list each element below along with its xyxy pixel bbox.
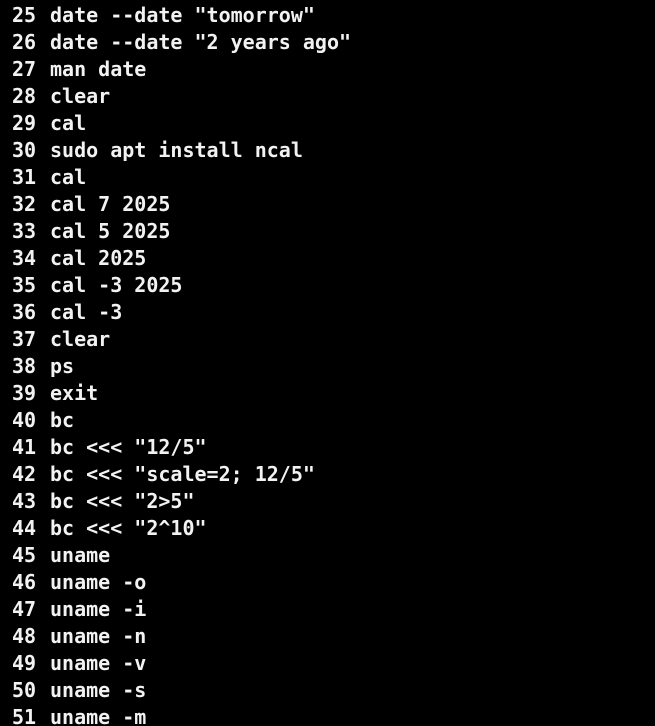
history-line-command: date --date "tomorrow" bbox=[50, 3, 315, 27]
history-line-number: 33 bbox=[12, 219, 37, 243]
history-line: 34 cal 2025 bbox=[12, 245, 351, 272]
history-line: 38 ps bbox=[12, 353, 351, 380]
history-line-number: 44 bbox=[12, 516, 37, 540]
history-line-number: 50 bbox=[12, 678, 37, 702]
history-line-command: man date bbox=[50, 57, 147, 81]
history-line-command: exit bbox=[50, 381, 99, 405]
history-line-number: 36 bbox=[12, 300, 37, 324]
history-line-command: uname -s bbox=[50, 678, 147, 702]
history-line: 42 bc <<< "scale=2; 12/5" bbox=[12, 461, 351, 488]
history-line-number: 34 bbox=[12, 246, 37, 270]
history-line-number: 38 bbox=[12, 354, 37, 378]
history-line-command: uname bbox=[50, 543, 111, 567]
history-line-command: ps bbox=[50, 354, 75, 378]
history-line-number: 31 bbox=[12, 165, 37, 189]
history-line-command: uname -i bbox=[50, 597, 147, 621]
history-line-number: 43 bbox=[12, 489, 37, 513]
history-line-command: clear bbox=[50, 327, 111, 351]
history-line: 41 bc <<< "12/5" bbox=[12, 434, 351, 461]
history-line-number: 39 bbox=[12, 381, 37, 405]
history-line-number: 45 bbox=[12, 543, 37, 567]
history-line-command: bc bbox=[50, 408, 75, 432]
history-line-command: uname -n bbox=[50, 624, 147, 648]
history-line: 26 date --date "2 years ago" bbox=[12, 29, 351, 56]
history-line-command: bc <<< "12/5" bbox=[50, 435, 207, 459]
history-line-command: cal 7 2025 bbox=[50, 192, 171, 216]
history-line-number: 32 bbox=[12, 192, 37, 216]
history-line-number: 49 bbox=[12, 651, 37, 675]
history-line: 36 cal -3 bbox=[12, 299, 351, 326]
history-line: 45 uname bbox=[12, 542, 351, 569]
history-line-number: 35 bbox=[12, 273, 37, 297]
history-line-command: bc <<< "scale=2; 12/5" bbox=[50, 462, 315, 486]
history-line: 27 man date bbox=[12, 56, 351, 83]
history-line-number: 30 bbox=[12, 138, 37, 162]
history-line: 49 uname -v bbox=[12, 650, 351, 677]
history-line-number: 37 bbox=[12, 327, 37, 351]
history-line: 30 sudo apt install ncal bbox=[12, 137, 351, 164]
history-line: 32 cal 7 2025 bbox=[12, 191, 351, 218]
history-line-command: cal -3 bbox=[50, 300, 123, 324]
history-line: 44 bc <<< "2^10" bbox=[12, 515, 351, 542]
history-line-number: 42 bbox=[12, 462, 37, 486]
terminal-window[interactable]: 25 date --date "tomorrow" 26 date --date "2… bbox=[0, 0, 655, 726]
history-line-number: 41 bbox=[12, 435, 37, 459]
history-line-number: 29 bbox=[12, 111, 37, 135]
history-line-command: uname -m bbox=[50, 705, 147, 726]
history-line: 40 bc bbox=[12, 407, 351, 434]
history-line-number: 28 bbox=[12, 84, 37, 108]
history-line: 48 uname -n bbox=[12, 623, 351, 650]
history-line-number: 25 bbox=[12, 3, 37, 27]
history-line-command: cal bbox=[50, 165, 87, 189]
history-line: 46 uname -o bbox=[12, 569, 351, 596]
history-line-number: 40 bbox=[12, 408, 37, 432]
history-line-command: date --date "2 years ago" bbox=[50, 30, 352, 54]
history-line: 37 clear bbox=[12, 326, 351, 353]
history-line: 51 uname -m bbox=[12, 704, 351, 726]
history-line-command: uname -v bbox=[50, 651, 147, 675]
history-line-command: clear bbox=[50, 84, 111, 108]
history-line-number: 48 bbox=[12, 624, 37, 648]
history-line-command: cal bbox=[50, 111, 87, 135]
history-line-number: 26 bbox=[12, 30, 37, 54]
history-line-command: bc <<< "2>5" bbox=[50, 489, 195, 513]
history-line-command: cal 5 2025 bbox=[50, 219, 171, 243]
history-line: 50 uname -s bbox=[12, 677, 351, 704]
history-line-command: cal -3 2025 bbox=[50, 273, 183, 297]
history-line-command: cal 2025 bbox=[50, 246, 147, 270]
history-line-number: 51 bbox=[12, 705, 37, 726]
history-line: 31 cal bbox=[12, 164, 351, 191]
history-line-command: bc <<< "2^10" bbox=[50, 516, 207, 540]
history-line: 47 uname -i bbox=[12, 596, 351, 623]
history-line: 39 exit bbox=[12, 380, 351, 407]
history-line: 33 cal 5 2025 bbox=[12, 218, 351, 245]
history-line: 43 bc <<< "2>5" bbox=[12, 488, 351, 515]
history-line-command: sudo apt install ncal bbox=[50, 138, 303, 162]
history-line-number: 47 bbox=[12, 597, 37, 621]
history-line: 35 cal -3 2025 bbox=[12, 272, 351, 299]
history-line-command: uname -o bbox=[50, 570, 147, 594]
history-line: 25 date --date "tomorrow" bbox=[12, 2, 351, 29]
history-line: 28 clear bbox=[12, 83, 351, 110]
history-line-number: 46 bbox=[12, 570, 37, 594]
command-history: 25 date --date "tomorrow" 26 date --date "2… bbox=[12, 2, 351, 726]
history-line-number: 27 bbox=[12, 57, 37, 81]
history-line: 29 cal bbox=[12, 110, 351, 137]
